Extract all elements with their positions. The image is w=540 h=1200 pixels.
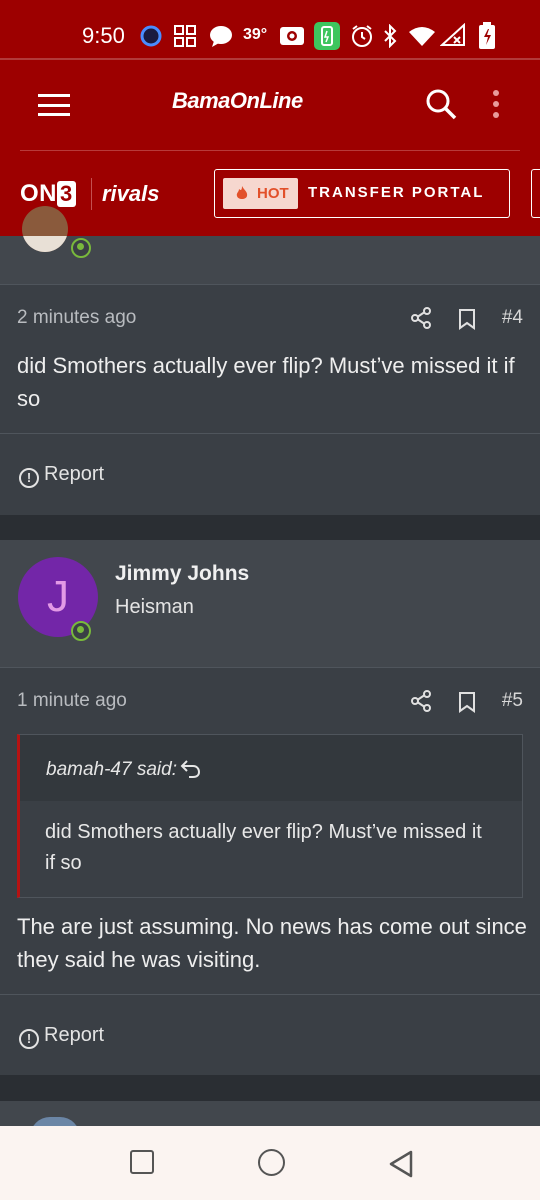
hamburger-icon — [38, 94, 70, 97]
post-gap — [0, 1075, 540, 1101]
avatar[interactable] — [22, 206, 68, 252]
quote-body: did Smothers actually ever flip? Must’ve… — [45, 821, 482, 874]
rivals-logo[interactable]: rivals — [102, 181, 160, 207]
transfer-portal-label: TRANSFER PORTAL — [308, 184, 485, 201]
back-icon — [389, 1150, 413, 1178]
report-button[interactable]: ! Report — [19, 1024, 104, 1049]
post-time[interactable]: 1 minute ago — [17, 690, 127, 712]
battery-icon — [478, 22, 496, 56]
signal-icon — [439, 22, 466, 53]
back-button[interactable] — [387, 1149, 415, 1184]
post-author-strip — [0, 206, 540, 284]
online-status-icon — [71, 621, 91, 641]
post-body: did Smothers actually ever flip? Must’ve… — [17, 353, 515, 411]
quote-header[interactable]: bamah-47 said: — [20, 735, 522, 801]
chat-icon — [209, 25, 233, 53]
post-body: The are just assuming. No news has come … — [17, 914, 527, 972]
report-icon: ! — [19, 468, 39, 488]
status-bar: 9:50 39° — [0, 0, 540, 60]
bookmark-icon[interactable] — [458, 308, 476, 335]
recents-button[interactable] — [130, 1150, 154, 1174]
next-nav-button[interactable] — [531, 169, 540, 218]
report-button[interactable]: ! Report — [19, 463, 104, 488]
site-logo[interactable]: BamaOnLine — [172, 88, 303, 114]
post-4: 2 minutes ago #4 did Smothers actually e… — [0, 285, 540, 515]
quote-author[interactable]: bamah-47 said: — [46, 759, 177, 781]
temperature: 39° — [243, 26, 268, 43]
share-icon[interactable] — [410, 307, 432, 334]
quote-block: bamah-47 said: did Smothers actually eve… — [17, 734, 523, 898]
camera-icon — [279, 25, 305, 53]
grid-icon — [174, 25, 196, 53]
post-time[interactable]: 2 minutes ago — [17, 307, 136, 329]
search-icon — [426, 89, 457, 120]
post-5: 1 minute ago #5 bamah-47 said: did Smoth… — [0, 668, 540, 1075]
wifi-icon — [408, 25, 436, 53]
author-rank: Heisman — [115, 596, 194, 618]
online-status-icon — [71, 238, 91, 258]
share-icon[interactable] — [410, 690, 432, 717]
status-time: 9:50 — [82, 23, 125, 48]
assistant-icon — [139, 24, 163, 54]
report-icon: ! — [19, 1029, 39, 1049]
home-button[interactable] — [258, 1149, 285, 1176]
battery-saver-icon — [314, 22, 340, 56]
bluetooth-icon — [382, 23, 398, 54]
more-options-button[interactable] — [493, 90, 501, 123]
logo-separator — [91, 178, 92, 210]
next-post-author-strip — [0, 1101, 540, 1137]
more-vertical-icon — [493, 90, 499, 96]
header-divider — [20, 150, 520, 151]
bookmark-icon[interactable] — [458, 691, 476, 718]
post-gap — [0, 515, 540, 540]
post-author-block: J Jimmy Johns Heisman — [0, 540, 540, 667]
alarm-icon — [350, 24, 374, 54]
menu-button[interactable] — [38, 94, 70, 116]
post-number[interactable]: #5 — [502, 690, 523, 712]
flame-icon — [235, 185, 249, 206]
divider — [0, 433, 540, 434]
hot-badge: HOT — [223, 178, 298, 209]
author-name[interactable]: Jimmy Johns — [115, 562, 249, 586]
transfer-portal-button[interactable]: HOT TRANSFER PORTAL — [214, 169, 510, 218]
divider — [0, 994, 540, 995]
post-number[interactable]: #4 — [502, 307, 523, 329]
jump-to-quote-icon[interactable] — [180, 757, 202, 784]
on3-logo[interactable]: ON 3 — [20, 180, 76, 208]
search-button[interactable] — [425, 88, 457, 125]
system-nav-bar — [0, 1126, 540, 1200]
site-header: BamaOnLine ON 3 rivals HOT TRANSFER PORTA… — [0, 60, 540, 236]
